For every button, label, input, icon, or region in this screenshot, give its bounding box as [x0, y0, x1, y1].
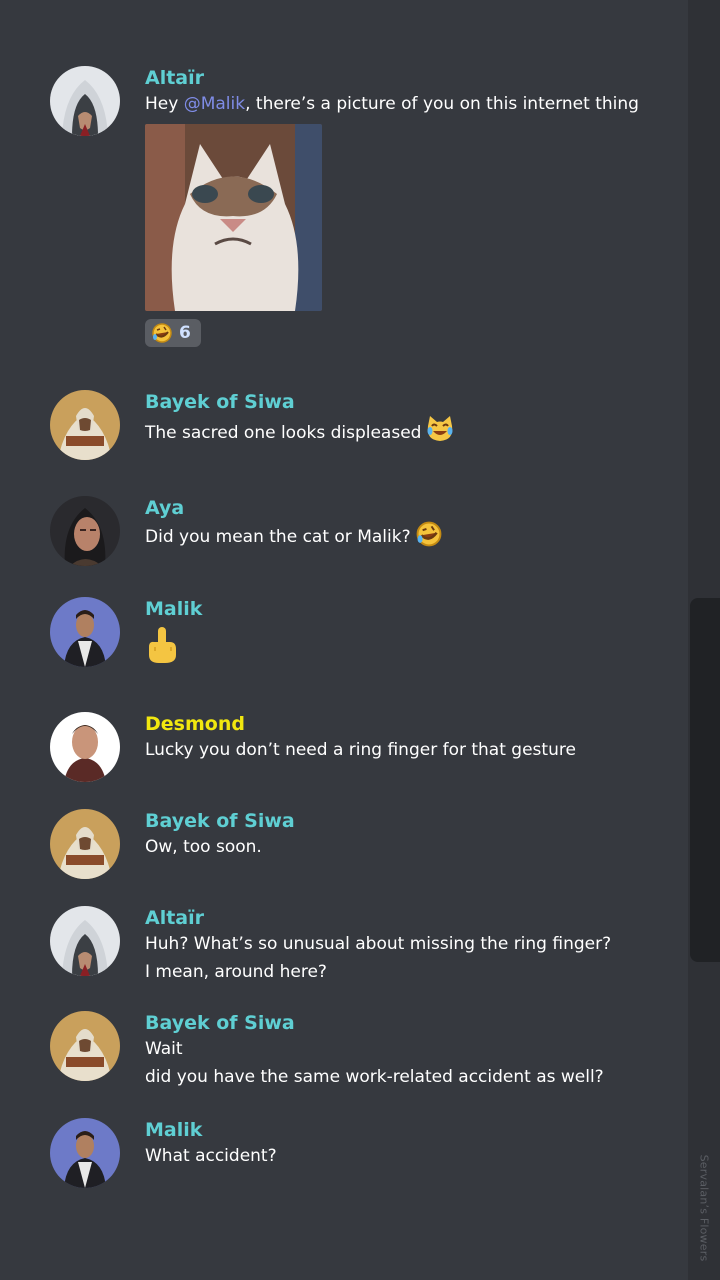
avatar[interactable] [50, 1011, 120, 1081]
message-text: Wait [145, 1039, 183, 1059]
avatar[interactable] [50, 496, 120, 566]
message-text: Hey @Malik, there’s a picture of you on … [145, 94, 639, 114]
rofl-emoji-icon [152, 323, 172, 343]
author-name[interactable]: Desmond [145, 712, 675, 736]
author-name[interactable]: Malik [145, 1118, 675, 1142]
author-name[interactable]: Altaïr [145, 66, 675, 90]
message-text: The sacred one looks displeased [145, 414, 675, 453]
message-text: What accident? [145, 1146, 277, 1166]
reaction-button[interactable]: 6 [145, 319, 201, 347]
message-text: Lucky you don’t need a ring finger for t… [145, 740, 576, 760]
message-text: Ow, too soon. [145, 837, 262, 857]
image-attachment[interactable] [145, 124, 322, 311]
message-text: I mean, around here? [145, 962, 327, 982]
message-text: Did you mean the cat or Malik? [145, 520, 675, 557]
middle-finger-emoji-icon [145, 625, 675, 674]
watermark: Servalan’s Flowers [697, 1154, 711, 1262]
message-text: did you have the same work-related accid… [145, 1067, 604, 1087]
avatar[interactable] [50, 597, 120, 667]
author-name[interactable]: Bayek of Siwa [145, 809, 675, 833]
author-name[interactable]: Aya [145, 496, 675, 520]
avatar[interactable] [50, 66, 120, 136]
message-text: Huh? What’s so unusual about missing the… [145, 934, 612, 954]
reaction-count: 6 [179, 323, 191, 343]
author-name[interactable]: Bayek of Siwa [145, 390, 675, 414]
scrollbar-thumb[interactable] [690, 598, 720, 962]
author-name[interactable]: Altaïr [145, 906, 675, 930]
author-name[interactable]: Bayek of Siwa [145, 1011, 675, 1035]
cat-tears-of-joy-emoji-icon [425, 414, 455, 453]
author-name[interactable]: Malik [145, 597, 675, 621]
user-mention[interactable]: @Malik [184, 94, 245, 114]
avatar[interactable] [50, 712, 120, 782]
avatar[interactable] [50, 390, 120, 460]
avatar[interactable] [50, 1118, 120, 1188]
avatar[interactable] [50, 906, 120, 976]
avatar[interactable] [50, 809, 120, 879]
rofl-emoji-icon [415, 520, 443, 557]
cat-photo-icon [145, 124, 322, 311]
chat-view: Altaïr Hey @Malik, there’s a picture of … [0, 0, 688, 1280]
